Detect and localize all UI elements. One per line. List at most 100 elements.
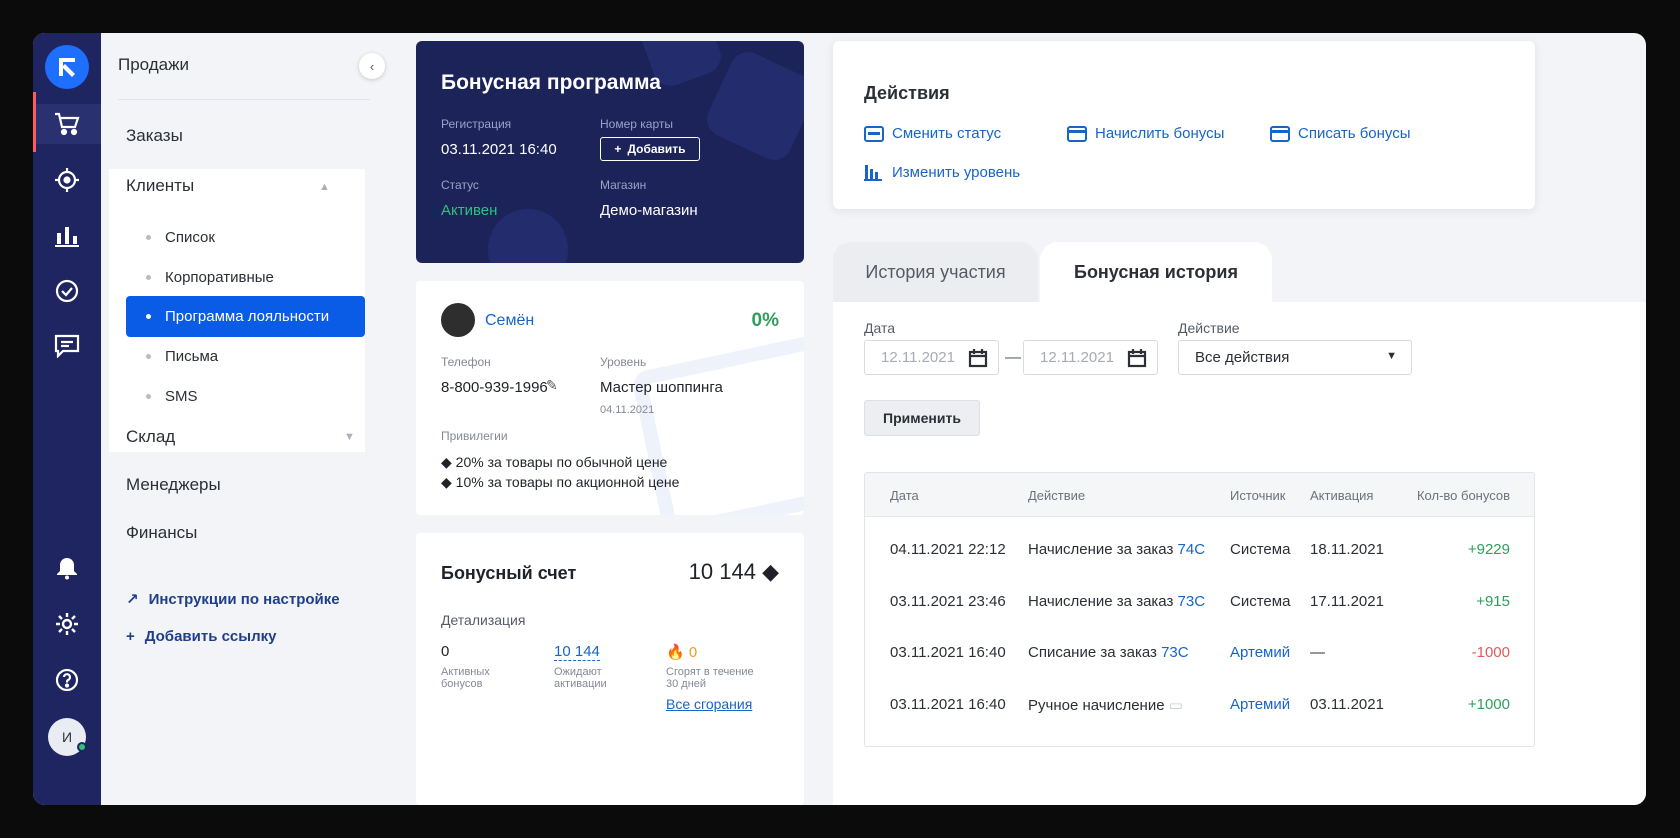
chevron-up-icon[interactable]: ▲ — [319, 181, 330, 193]
pending-bonus-value[interactable]: 10 144 — [554, 643, 600, 661]
row-date: 03.11.2021 23:46 — [890, 593, 1006, 610]
row-source-link[interactable]: Артемий — [1230, 696, 1290, 713]
col-date[interactable]: Дата — [890, 488, 919, 503]
app-window: И Продажи ‹ Заказы Клиенты ▲ Список Корп… — [33, 33, 1646, 805]
write-off-bonus-button[interactable]: Списать бонусы — [1270, 125, 1411, 142]
col-action[interactable]: Действие — [1028, 488, 1085, 503]
col-bonus-count[interactable]: Кол-во бонусов — [1417, 488, 1510, 503]
apply-button[interactable]: Применить — [864, 400, 980, 436]
level-date: 04.11.2021 — [600, 404, 655, 416]
decor-percent-badge — [488, 209, 568, 263]
fire-icon: 🔥 — [666, 644, 685, 661]
diamond-icon: ◆ — [762, 559, 779, 584]
nav-item-clients[interactable]: Клиенты — [126, 176, 194, 196]
registration-label: Регистрация — [441, 117, 512, 131]
expire-label: Сгорят в течение 30 дней — [666, 666, 754, 690]
order-link[interactable]: 73C — [1178, 593, 1206, 610]
order-link[interactable]: 74C — [1178, 541, 1206, 558]
status-card-icon — [864, 125, 884, 142]
bell-icon[interactable] — [33, 548, 101, 588]
row-amount: +9229 — [1467, 541, 1510, 558]
actions-title: Действия — [864, 83, 950, 103]
change-status-button[interactable]: Сменить статус — [864, 125, 1001, 142]
nav-item-finance[interactable]: Финансы — [126, 523, 197, 543]
tab-bonus-history[interactable]: Бонусная история — [1040, 242, 1272, 302]
diamond-icon: ◆ — [441, 454, 452, 470]
chat-icon[interactable] — [33, 326, 101, 366]
user-avatar[interactable]: И — [48, 718, 87, 756]
phone-label: Телефон — [441, 355, 491, 369]
pending-bonus-label: Ожидают активации — [554, 666, 607, 690]
sub-item-corporate[interactable]: Корпоративные — [126, 257, 365, 298]
add-bonus-button[interactable]: Начислить бонусы — [1067, 125, 1224, 142]
task-check-icon[interactable] — [33, 271, 101, 311]
bonus-program-card: Бонусная программа Регистрация 03.11.202… — [416, 41, 804, 263]
date-to-input[interactable]: 12.11.2021 — [1023, 340, 1158, 375]
nav-item-orders[interactable]: Заказы — [126, 126, 183, 146]
help-icon[interactable] — [33, 660, 101, 700]
change-level-button[interactable]: Изменить уровень — [864, 163, 1020, 181]
privilege-item: ◆ 20% за товары по обычной цене — [441, 454, 668, 470]
row-date: 03.11.2021 16:40 — [890, 644, 1006, 661]
diamond-icon: ◆ — [441, 474, 452, 490]
row-action: Начисление за заказ 73C — [1028, 593, 1206, 610]
level-value: Мастер шоппинга — [600, 379, 723, 396]
nav-panel: Продажи ‹ Заказы Клиенты ▲ Список Корпор… — [101, 33, 385, 805]
analytics-icon[interactable] — [33, 216, 101, 256]
edit-pencil-icon[interactable]: ✎ — [546, 377, 558, 394]
client-percent: 0% — [751, 310, 779, 331]
date-from-input[interactable]: 12.11.2021 — [864, 340, 999, 375]
all-expire-link[interactable]: Все сгорания — [666, 696, 752, 712]
row-action: Начисление за заказ 74C — [1028, 541, 1206, 558]
plus-icon: + — [126, 628, 135, 645]
cart-icon[interactable] — [33, 92, 101, 152]
dropdown-caret-icon: ▼ — [1386, 350, 1397, 362]
clients-group: Клиенты ▲ Список Корпоративные Программа… — [109, 169, 365, 452]
collapse-nav-button[interactable]: ‹ — [359, 53, 385, 79]
client-name-link[interactable]: Семён — [485, 312, 534, 330]
bonus-history-table: Дата Действие Источник Активация Кол-во … — [864, 472, 1535, 747]
sub-item-loyalty[interactable]: Программа лояльности — [126, 296, 365, 337]
level-label: Уровень — [600, 355, 647, 369]
bullet-icon — [146, 394, 151, 399]
tab-participation-history[interactable]: История участия — [833, 242, 1038, 302]
date-range-dash: — — [1005, 349, 1021, 366]
bullet-icon — [146, 275, 151, 280]
phone-value: 8-800-939-1996 — [441, 379, 548, 396]
privilege-item: ◆ 10% за товары по акционной цене — [441, 474, 680, 490]
row-date: 03.11.2021 16:40 — [890, 696, 1006, 713]
sub-item-letters[interactable]: Письма — [126, 336, 365, 377]
bullet-icon — [146, 314, 151, 319]
sub-item-list[interactable]: Список — [126, 217, 365, 258]
col-activation[interactable]: Активация — [1310, 488, 1373, 503]
add-link-button[interactable]: + Добавить ссылку — [126, 628, 276, 645]
sub-item-sms[interactable]: SMS — [126, 376, 365, 417]
wallet-minus-icon — [1270, 125, 1290, 142]
col-source[interactable]: Источник — [1230, 488, 1286, 503]
nav-item-warehouse[interactable]: Склад — [126, 427, 175, 447]
shop-value: Демо-магазин — [600, 202, 698, 219]
level-bars-icon — [864, 165, 882, 181]
order-link[interactable]: 73C — [1161, 644, 1189, 661]
arrow-up-right-icon: ↗ — [126, 591, 139, 608]
card-number-label: Номер карты — [600, 117, 673, 131]
plus-icon: + — [614, 142, 622, 156]
app-logo-icon[interactable] — [45, 45, 89, 89]
target-icon[interactable] — [33, 160, 101, 200]
add-card-button[interactable]: + Добавить — [600, 137, 700, 161]
bonus-total: 10 144 ◆ — [688, 559, 779, 584]
gear-icon[interactable] — [33, 604, 101, 644]
expire-value: 🔥 0 — [666, 644, 698, 661]
comment-icon[interactable]: ▭ — [1169, 697, 1183, 714]
actions-card: Действия Сменить статус Начислить бонусы… — [833, 41, 1535, 209]
bonus-program-title: Бонусная программа — [441, 71, 661, 94]
row-source-link[interactable]: Артемий — [1230, 644, 1290, 661]
nav-item-managers[interactable]: Менеджеры — [126, 475, 221, 495]
bullet-icon — [146, 354, 151, 359]
setup-instructions-link[interactable]: ↗ Инструкции по настройке — [126, 590, 340, 609]
row-source: Система — [1230, 593, 1291, 610]
chevron-down-icon[interactable]: ▼ — [344, 431, 355, 443]
nav-section-title: Продажи — [118, 55, 189, 74]
action-select[interactable]: Все действия ▼ — [1178, 340, 1412, 375]
client-avatar — [441, 303, 475, 337]
